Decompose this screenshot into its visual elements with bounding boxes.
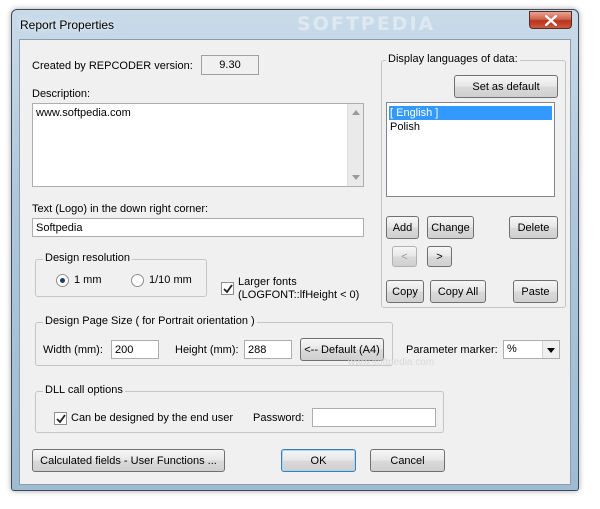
calculated-fields-button[interactable]: Calculated fields - User Functions ... [32, 449, 225, 472]
languages-group: Display languages of data: Set as defaul… [381, 53, 566, 308]
change-language-button[interactable]: Change [427, 216, 474, 239]
language-item-polish[interactable]: Polish [389, 120, 552, 134]
height-input[interactable]: 288 [244, 340, 292, 359]
description-label: Description: [32, 88, 91, 100]
bottom-watermark: www.softpedia.com [348, 357, 435, 368]
paste-button[interactable]: Paste [513, 280, 558, 303]
window-title: Report Properties [20, 18, 115, 32]
ok-button[interactable]: OK [281, 449, 356, 472]
language-item-english[interactable]: [ English ] [389, 106, 552, 120]
radio-1mm-label: 1 mm [74, 274, 102, 286]
radio-1mm[interactable] [56, 274, 69, 287]
larger-fonts-label-line2: (LOGFONT::lfHeight < 0) [238, 289, 360, 301]
description-scrollbar[interactable] [347, 104, 363, 186]
languages-list[interactable]: [ English ] Polish [386, 102, 555, 197]
dialog-client-area: Created by REPCODER version: 9.30 Descri… [19, 39, 571, 485]
description-textarea[interactable]: www.softpedia.com [32, 103, 364, 187]
report-properties-window: Report Properties SOFTPEDIA Created by R… [11, 9, 579, 491]
dll-options-title: DLL call options [43, 384, 125, 396]
height-label: Height (mm): [175, 344, 239, 356]
title-bar[interactable]: Report Properties SOFTPEDIA [12, 10, 578, 40]
check-icon [223, 284, 233, 294]
chevron-down-icon [547, 348, 555, 353]
close-icon [545, 15, 557, 26]
parameter-marker-label: Parameter marker: [406, 344, 498, 356]
width-input[interactable]: 200 [111, 340, 159, 359]
description-text: www.softpedia.com [36, 107, 131, 119]
next-language-button[interactable]: > [427, 246, 452, 267]
close-button[interactable] [529, 11, 572, 29]
parameter-marker-value: % [507, 343, 517, 355]
version-label: Created by REPCODER version: [32, 60, 193, 72]
radio-1-10mm-label: 1/10 mm [149, 274, 192, 286]
cancel-button[interactable]: Cancel [370, 449, 445, 472]
end-user-design-checkbox[interactable] [54, 412, 67, 425]
delete-language-button[interactable]: Delete [509, 216, 558, 239]
scroll-up-icon[interactable] [352, 110, 360, 115]
larger-fonts-label-line1: Larger fonts [238, 276, 297, 288]
parameter-marker-select[interactable]: % [503, 340, 560, 359]
width-label: Width (mm): [43, 344, 103, 356]
check-icon [56, 414, 66, 424]
previous-language-button[interactable]: < [392, 246, 417, 267]
design-resolution-group: Design resolution 1 mm 1/10 mm [35, 252, 207, 297]
password-input[interactable] [312, 408, 436, 427]
copy-all-button[interactable]: Copy All [430, 280, 486, 303]
scroll-down-icon[interactable] [352, 175, 360, 180]
design-resolution-title: Design resolution [43, 252, 132, 264]
languages-title: Display languages of data: [386, 53, 520, 65]
page-size-group: Design Page Size ( for Portrait orientat… [35, 315, 393, 366]
copy-button[interactable]: Copy [386, 280, 424, 303]
version-value: 9.30 [201, 55, 259, 75]
parameter-marker-dropdown[interactable] [542, 341, 559, 358]
radio-1-10mm[interactable] [131, 274, 144, 287]
end-user-design-label: Can be designed by the end user [71, 412, 234, 424]
set-as-default-button[interactable]: Set as default [454, 75, 558, 98]
page-size-title: Design Page Size ( for Portrait orientat… [43, 315, 257, 327]
logo-label: Text (Logo) in the down right corner: [32, 203, 209, 215]
add-language-button[interactable]: Add [386, 216, 419, 239]
logo-input[interactable]: Softpedia [32, 218, 364, 237]
dll-options-group: DLL call options Can be designed by the … [35, 384, 444, 433]
larger-fonts-checkbox[interactable] [221, 282, 234, 295]
password-label: Password: [253, 412, 305, 424]
watermark-logo: SOFTPEDIA [297, 13, 436, 35]
